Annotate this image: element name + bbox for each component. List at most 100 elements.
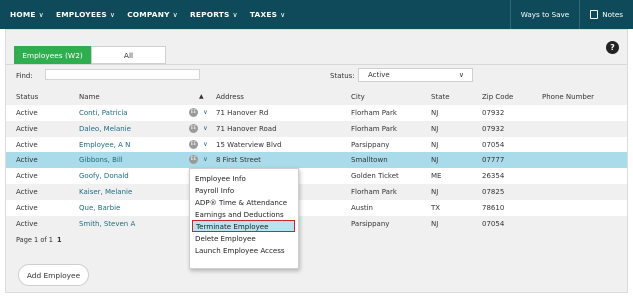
row-state: NJ <box>431 219 439 228</box>
row-state: NJ <box>431 124 439 133</box>
row-zip: 07777 <box>482 156 505 165</box>
help-icon[interactable]: ? <box>606 41 619 54</box>
header-address[interactable]: Address <box>216 93 244 101</box>
row-status: Active <box>16 140 38 149</box>
row-menu-chevron-icon[interactable]: ∨ <box>203 155 208 163</box>
row-address: 15 Waterview Blvd <box>216 140 282 149</box>
pagination: Page 1 of 1 1 <box>16 236 62 244</box>
chevron-down-icon: ∨ <box>458 71 464 79</box>
menu-item-earnings-deductions[interactable]: Earnings and Deductions <box>190 208 298 220</box>
table-row[interactable]: Active Que, Barbie EE Austin TX 78610 <box>6 199 627 216</box>
row-zip: 07825 <box>482 187 505 196</box>
nav-reports[interactable]: REPORTS ∨ <box>180 10 238 19</box>
chevron-down-icon: ∨ <box>172 10 178 19</box>
employee-name-link[interactable]: Employee, A N <box>79 141 130 149</box>
employee-name-link[interactable]: Que, Barbie <box>79 204 120 212</box>
chevron-down-icon: ∨ <box>232 10 238 19</box>
employee-badge-icon: EE <box>189 139 198 149</box>
tab-employees-w2[interactable]: Employees (W2) <box>14 46 91 64</box>
status-label: Status: <box>330 72 355 80</box>
nav-taxes[interactable]: TAXES ∨ <box>240 10 286 19</box>
employee-tabs: Employees (W2) All <box>14 46 166 64</box>
row-state: TX <box>431 203 441 212</box>
find-label: Find: <box>16 72 33 80</box>
chevron-down-icon: ∨ <box>109 10 116 19</box>
table-header: Status Name ▲ Address City State Zip Cod… <box>6 89 627 105</box>
row-zip: 07054 <box>482 219 505 228</box>
filter-bar: Find: Status: Active ∨ <box>6 65 627 86</box>
menu-item-terminate-employee[interactable]: Terminate Employee <box>192 220 295 232</box>
row-city: Florham Park <box>351 124 397 133</box>
menu-item-payroll-info[interactable]: Payroll Info <box>190 184 298 196</box>
top-navigation-bar: HOME ∨ EMPLOYEES ∨ COMPANY ∨ REPORTS ∨ TAXES… <box>0 0 633 29</box>
row-city: Parsippany <box>351 140 390 149</box>
row-status: Active <box>16 109 38 117</box>
table-row[interactable]: Active Kaiser, Melanie EE Florham Park N… <box>6 183 627 200</box>
row-city: Florham Park <box>351 109 397 117</box>
menu-item-launch-employee-access[interactable]: Launch Employee Access <box>190 244 298 256</box>
menu-item-time-attendance[interactable]: ADP® Time & Attendance <box>190 196 298 208</box>
row-address: 71 Hanover Road <box>216 124 277 133</box>
employee-name-link[interactable]: Conti, Patricia <box>79 109 128 117</box>
row-zip: 26354 <box>482 172 505 181</box>
nav-reports-label: REPORTS <box>189 10 230 19</box>
employee-name-link[interactable]: Kaiser, Melanie <box>79 188 132 196</box>
ways-to-save-button[interactable]: Ways to Save <box>509 0 579 29</box>
header-zip-code[interactable]: Zip Code <box>482 93 513 101</box>
header-phone-number[interactable]: Phone Number <box>542 93 594 101</box>
row-city: Golden Ticket <box>351 172 399 181</box>
add-employee-button[interactable]: Add Employee <box>18 264 89 286</box>
table-row[interactable]: Active Conti, Patricia EE ∨ 71 Hanover R… <box>6 105 627 121</box>
row-status: Active <box>16 219 38 228</box>
row-zip: 78610 <box>482 203 505 212</box>
employee-badge-icon: EE <box>189 155 198 165</box>
employee-name-link[interactable]: Goofy, Donald <box>79 172 129 180</box>
menu-item-employee-info[interactable]: Employee Info <box>190 172 298 184</box>
employee-name-link[interactable]: Smith, Steven A <box>79 220 135 228</box>
table-row[interactable]: Active Employee, A N EE ∨ 15 Waterview B… <box>6 136 627 153</box>
row-status: Active <box>16 156 38 165</box>
table-row[interactable]: Active Goofy, Donald EE Golden Ticket ME… <box>6 168 627 184</box>
nav-company-label: COMPANY <box>127 10 170 19</box>
page-1-link[interactable]: 1 <box>57 236 62 244</box>
row-menu-chevron-icon[interactable]: ∨ <box>203 140 208 148</box>
row-address: 8 First Street <box>216 156 261 165</box>
row-zip: 07054 <box>482 140 505 149</box>
row-zip: 07932 <box>482 109 505 117</box>
header-state[interactable]: State <box>431 93 450 101</box>
table-row-selected[interactable]: Active Gibbons, Bill EE ∨ 8 First Street… <box>6 152 627 169</box>
row-zip: 07932 <box>482 124 505 133</box>
row-address: 71 Hanover Rd <box>216 109 269 117</box>
status-select[interactable]: Active ∨ <box>358 68 473 82</box>
nav-taxes-label: TAXES <box>249 10 278 19</box>
find-input[interactable] <box>45 69 200 80</box>
chevron-down-icon: ∨ <box>38 10 44 19</box>
row-status: Active <box>16 124 38 133</box>
nav-company[interactable]: COMPANY ∨ <box>117 10 178 19</box>
row-state: ME <box>431 172 442 181</box>
table-row[interactable]: Active Daleo, Melanie EE ∨ 71 Hanover Ro… <box>6 120 627 137</box>
employee-name-link[interactable]: Gibbons, Bill <box>79 156 123 164</box>
menu-item-delete-employee[interactable]: Delete Employee <box>190 232 298 244</box>
nav-employees[interactable]: EMPLOYEES ∨ <box>46 10 115 19</box>
row-state: NJ <box>431 187 439 196</box>
notes-button[interactable]: Notes <box>579 0 633 29</box>
employee-name-link[interactable]: Daleo, Melanie <box>79 125 131 133</box>
row-status: Active <box>16 187 38 196</box>
header-status[interactable]: Status <box>16 93 38 101</box>
row-menu-chevron-icon[interactable]: ∨ <box>203 124 208 132</box>
header-name[interactable]: Name <box>79 93 100 101</box>
sort-ascending-icon[interactable]: ▲ <box>199 93 204 100</box>
table-row[interactable]: Active Smith, Steven A EE Parsippany NJ … <box>6 215 627 232</box>
row-state: NJ <box>431 156 439 165</box>
employee-context-menu: Employee Info Payroll Info ADP® Time & A… <box>189 168 299 269</box>
tab-all[interactable]: All <box>91 46 166 64</box>
nav-home-label: HOME <box>10 10 36 19</box>
chevron-down-icon: ∨ <box>280 10 286 19</box>
header-city[interactable]: City <box>351 93 365 101</box>
notes-icon <box>590 10 599 19</box>
status-select-value: Active <box>368 71 390 79</box>
nav-home[interactable]: HOME ∨ <box>0 10 44 19</box>
row-city: Smalltown <box>351 156 388 165</box>
row-menu-chevron-icon[interactable]: ∨ <box>203 108 208 116</box>
